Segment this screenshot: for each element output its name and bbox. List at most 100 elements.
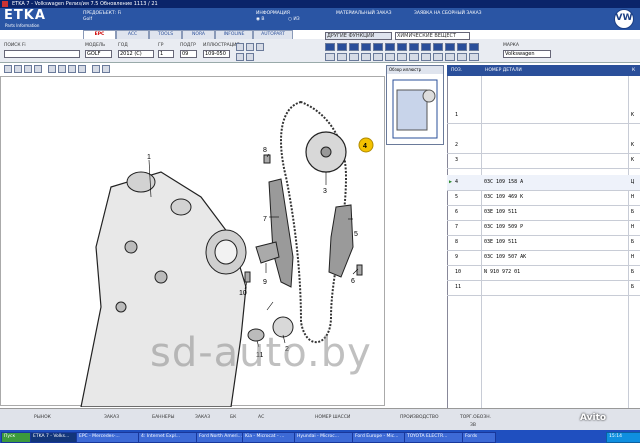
pan-up-icon[interactable] (68, 65, 76, 73)
task-epc-mercedes[interactable]: EPC - Mercedes-... (76, 432, 140, 443)
toolbar-tool-10[interactable] (433, 43, 443, 51)
zoom-out-icon[interactable] (14, 65, 22, 73)
callout-5[interactable]: 5 (354, 231, 358, 238)
callout-9[interactable]: 9 (263, 279, 267, 286)
toolbar-tool-17[interactable] (361, 53, 371, 61)
callout-7[interactable]: 7 (263, 216, 267, 223)
toolbar-tool-2[interactable] (337, 43, 347, 51)
table-row[interactable]: 5 03C 109 469 K Н (447, 190, 640, 206)
toolbar-tool-24[interactable] (445, 53, 455, 61)
row-k: Б (631, 239, 635, 245)
search-input[interactable] (4, 50, 80, 58)
status-bk: БК (230, 415, 237, 420)
nav-up-button[interactable] (236, 43, 244, 51)
nav-down-button[interactable] (246, 43, 254, 51)
toolbar-tool-7[interactable] (397, 43, 407, 51)
copy-icon[interactable] (102, 65, 110, 73)
toolbar-tool-13[interactable] (469, 43, 479, 51)
task-kia-microcat[interactable]: Kia - Microcat - ... (242, 432, 296, 443)
year-select[interactable]: 2012 (C) (118, 50, 154, 58)
table-row[interactable]: 11 Б (447, 280, 640, 296)
task-toyota[interactable]: TOYOTA ELECTR... (404, 432, 464, 443)
pan-left-icon[interactable] (48, 65, 56, 73)
callout-1[interactable]: 1 (147, 154, 151, 161)
task-internet-explorer[interactable]: 4: Internet Expl... (138, 432, 198, 443)
info-b-option[interactable]: ◉ В (256, 17, 264, 22)
toolbar-tool-16[interactable] (349, 53, 359, 61)
toolbar-tool-26[interactable] (469, 53, 479, 61)
group-select[interactable]: 1 (158, 50, 174, 58)
overview-label: Обзор иллюстр (387, 66, 443, 74)
toolbar-tool-21[interactable] (409, 53, 419, 61)
model-select[interactable]: GOLF (85, 50, 112, 58)
table-row[interactable]: 8 03E 109 511 Б (447, 235, 640, 251)
toolbar-tool-3[interactable] (349, 43, 359, 51)
start-button[interactable]: Пуск (1, 432, 31, 443)
toolbar-tool-23[interactable] (433, 53, 443, 61)
pan-down-icon[interactable] (78, 65, 86, 73)
chemicals-menu[interactable]: ХИМИЧЕСКИЕ ВЕЩЕСТ (395, 32, 470, 40)
task-ford-north-america[interactable]: Ford North Ameri... (196, 432, 244, 443)
material-order-link[interactable]: МАТЕРИАЛЬНЫЙ ЗАКАЗ (336, 11, 391, 16)
row-k: Н (631, 254, 635, 260)
toolbar-tool-15[interactable] (337, 53, 347, 61)
zoom-reset-icon[interactable] (34, 65, 42, 73)
brand-select[interactable]: Volkswagen (503, 50, 551, 58)
pan-right-icon[interactable] (58, 65, 66, 73)
task-etka[interactable]: ETKA 7 - Volks... (30, 432, 78, 443)
table-row[interactable]: 3К (447, 153, 640, 169)
table-row[interactable]: 2К (447, 138, 640, 154)
callout-3[interactable]: 3 (323, 188, 327, 195)
callout-10[interactable]: 10 (239, 290, 247, 297)
table-row[interactable]: 10 N 910 972 01 Б (447, 265, 640, 281)
table-row[interactable]: 9 03C 109 507 AK Н (447, 250, 640, 266)
breadcrumb: ПРЕДОБЪЕКТ: Fi (83, 11, 122, 16)
callout-8[interactable]: 8 (263, 147, 267, 154)
row-k: Н (631, 194, 635, 200)
zoom-in-icon[interactable] (4, 65, 12, 73)
row-pos: 10 (455, 269, 462, 275)
other-functions-menu[interactable]: ДРУГИЕ ФУНКЦИИ (325, 32, 392, 40)
toolbar-tool-4[interactable] (361, 43, 371, 51)
row-part: N 910 972 01 (484, 269, 521, 275)
illustration-overview[interactable]: Обзор иллюстр (386, 65, 444, 145)
task-ford-europe[interactable]: Ford Europe - Mic... (352, 432, 406, 443)
toolbar-tool-1[interactable] (325, 43, 335, 51)
toolbar-tool-5[interactable] (373, 43, 383, 51)
info-iz-option[interactable]: ○ ИЗ (288, 17, 300, 22)
print-button[interactable] (256, 43, 264, 51)
callout-4[interactable]: 4 (363, 143, 367, 150)
row-pos: 2 (455, 142, 459, 148)
toolbar-tool-9[interactable] (421, 43, 431, 51)
zoom-fit-icon[interactable] (24, 65, 32, 73)
toolbar-tool-12[interactable] (457, 43, 467, 51)
callout-6[interactable]: 6 (351, 278, 355, 285)
task-hyundai-microcat[interactable]: Hyundai - Microc... (294, 432, 354, 443)
task-fords[interactable]: Fords (462, 432, 496, 443)
toolbar-tool-6[interactable] (385, 43, 395, 51)
status-production: ПРОИЗВОДСТВО (400, 415, 439, 420)
taskbar: Пуск ETKA 7 - Volks... EPC - Mercedes-..… (0, 430, 640, 443)
assembly-order-link[interactable]: ЗАЯВКА НА СБОРНЫЙ ЗАКАЗ (414, 11, 482, 16)
table-row[interactable]: 1К (447, 108, 640, 124)
subgroup-label: ПОДГР (180, 43, 196, 48)
table-row[interactable]: 7 03C 109 509 P Н (447, 220, 640, 236)
table-row-selected[interactable]: ▶ 4 03C 109 158 A Ц (447, 175, 640, 191)
toolbar-tool-20[interactable] (397, 53, 407, 61)
toolbar-tool-19[interactable] (385, 53, 395, 61)
year-label: ГОД (118, 43, 128, 48)
print-illustration-icon[interactable] (92, 65, 100, 73)
toolbar-tool-8[interactable] (409, 43, 419, 51)
table-row[interactable]: 6 03E 109 511 Б (447, 205, 640, 221)
row-pos: 1 (455, 112, 459, 118)
toolbar-tool-18[interactable] (373, 53, 383, 61)
prev-button[interactable] (236, 53, 244, 61)
illustration-select[interactable]: 109-050 (203, 50, 230, 58)
toolbar-tool-25[interactable] (457, 53, 467, 61)
toolbar-tool-22[interactable] (421, 53, 431, 61)
subgroup-select[interactable]: 09 (180, 50, 197, 58)
toolbar-tool-11[interactable] (445, 43, 455, 51)
toolbar-tool-14[interactable] (325, 53, 335, 61)
row-k: Н (631, 224, 635, 230)
next-button[interactable] (246, 53, 254, 61)
